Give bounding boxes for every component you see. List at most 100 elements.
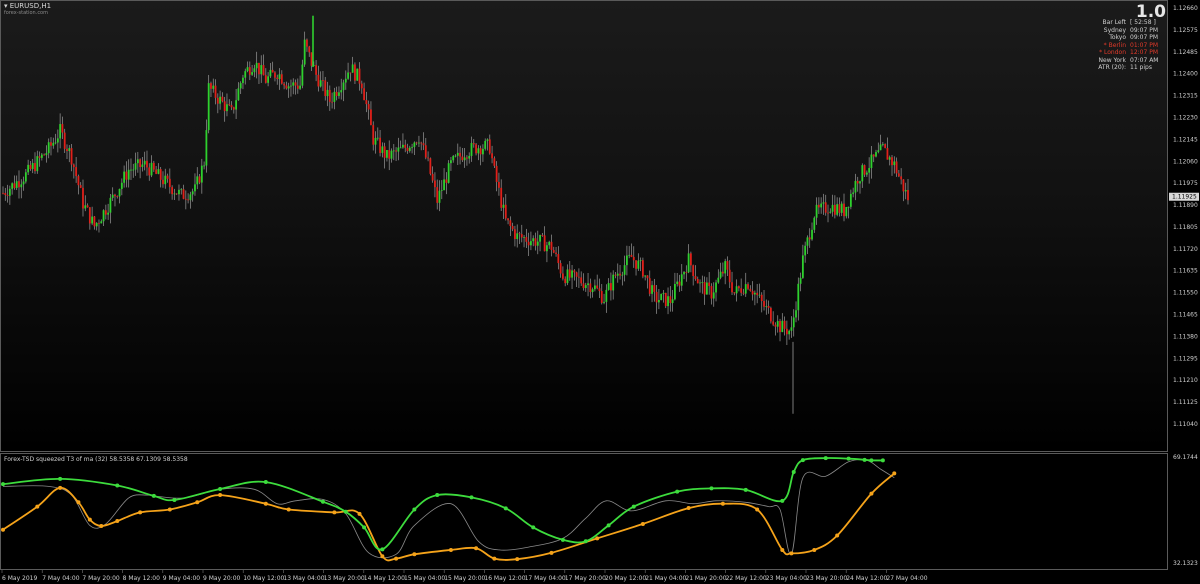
indicator-point-green — [380, 547, 385, 552]
candle-body — [349, 72, 352, 74]
time-tick-label: 14 May 12:00 — [364, 575, 405, 582]
price-tick-label: 1.12660 — [1173, 5, 1198, 12]
candle-body — [692, 265, 695, 277]
candle-body — [459, 152, 461, 157]
candle-body — [326, 89, 329, 97]
candle-body — [4, 193, 7, 196]
candle-body — [808, 237, 811, 240]
candle-body — [749, 288, 752, 291]
candles-layer — [2, 15, 909, 414]
price-tick-label: 1.11975 — [1173, 180, 1198, 187]
candle-body — [527, 241, 530, 246]
candle-body — [657, 300, 660, 303]
indicator-point-green — [263, 480, 268, 485]
candle-body — [402, 144, 404, 148]
candle-body — [756, 292, 759, 296]
price-tick-label: 1.12575 — [1173, 27, 1198, 34]
info-row-label: Sydney — [1103, 26, 1126, 34]
candle-body — [546, 245, 548, 252]
candle-body — [148, 167, 151, 176]
candle-body — [200, 165, 203, 183]
candle-body — [612, 274, 615, 291]
price-tick-label: 1.11040 — [1173, 421, 1198, 428]
candle-body — [228, 104, 231, 106]
candle-body — [591, 289, 594, 293]
candle-body — [404, 144, 407, 148]
candle-body — [365, 100, 368, 105]
candle-body — [726, 261, 729, 270]
candle-body — [287, 86, 290, 89]
symbol-label[interactable]: ▾ EURUSD,H1 — [4, 2, 51, 10]
candle-body — [578, 276, 580, 278]
info-row: Bar Left [ 52:58 ] — [1081, 19, 1166, 26]
candle-body — [143, 160, 146, 165]
time-axis: 6 May 2019 7 May 04:00 7 May 20:00 8 May 12… — [1, 570, 928, 582]
candle-body — [495, 165, 498, 182]
candle-body — [184, 198, 187, 200]
candle-body — [664, 292, 667, 307]
candle-body — [415, 142, 418, 144]
candle-body — [239, 83, 242, 89]
info-row: * Berlin 01:07 PM — [1081, 42, 1166, 49]
symbol-dropdown-icon[interactable]: ▾ — [4, 2, 8, 10]
candle-body — [785, 328, 788, 335]
candle-body — [260, 65, 263, 75]
candle-body — [29, 164, 32, 170]
indicator-point-green — [675, 489, 680, 494]
indicator-point-green — [412, 507, 417, 512]
candle-body — [907, 190, 909, 201]
indicator-line-orange — [2, 472, 895, 562]
candle-body — [728, 269, 731, 283]
candle-body — [63, 132, 66, 149]
candle-body — [463, 157, 466, 161]
candle-body — [258, 62, 260, 75]
candle-body — [470, 143, 473, 156]
candle-body — [824, 202, 827, 213]
indicator-point-green — [743, 487, 748, 492]
candle-body — [902, 179, 905, 192]
info-row: Tokyo 09:07 PM — [1081, 34, 1166, 41]
candle-body — [779, 321, 781, 333]
candle-body — [308, 46, 311, 53]
candle-body — [831, 204, 834, 212]
indicator-point-green — [606, 523, 611, 528]
time-tick-label: 8 May 12:00 — [123, 575, 161, 582]
candle-body — [205, 130, 208, 166]
candle-body — [411, 147, 413, 148]
candle-body — [534, 238, 537, 246]
candle-body — [324, 80, 327, 97]
info-row-label: Bar Left — [1102, 19, 1126, 26]
candle-body — [162, 179, 164, 185]
candle-body — [493, 158, 496, 166]
indicator-point-orange — [218, 493, 223, 498]
candle-body — [849, 193, 852, 207]
candle-body — [132, 169, 135, 171]
candle-body — [488, 139, 491, 154]
candle-body — [900, 176, 903, 180]
candle-body — [116, 196, 119, 197]
info-row: Sydney 09:07 PM — [1081, 27, 1166, 34]
candle-body — [296, 85, 299, 89]
candle-body — [203, 165, 206, 167]
candle-body — [482, 148, 484, 155]
candle-body — [580, 277, 583, 284]
candle-body — [264, 75, 267, 83]
candle-body — [817, 204, 820, 208]
candle-body — [303, 39, 306, 65]
candle-body — [893, 161, 896, 166]
candle-body — [338, 92, 340, 96]
candle-body — [594, 285, 596, 290]
candle-body — [399, 147, 402, 149]
candle-body — [735, 286, 738, 294]
indicator-point-green — [823, 456, 828, 461]
candle-body — [607, 283, 610, 290]
candle-body — [381, 146, 384, 153]
candle-body — [653, 285, 656, 292]
candle-body — [372, 125, 375, 145]
candle-body — [271, 69, 274, 73]
candle-body — [740, 288, 743, 293]
candle-body — [699, 282, 701, 284]
price-tick-label: 1.12060 — [1173, 158, 1198, 165]
candle-body — [22, 181, 25, 185]
candle-body — [123, 171, 126, 183]
